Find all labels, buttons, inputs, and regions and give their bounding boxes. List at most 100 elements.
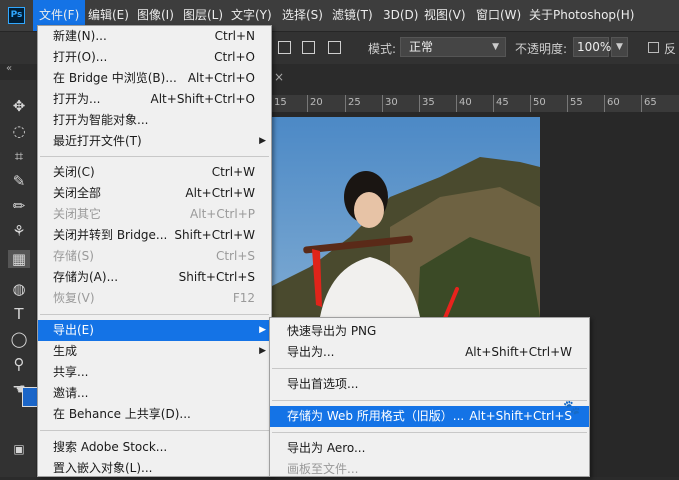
- menu-item-invite[interactable]: 邀请...: [38, 383, 271, 404]
- menu-view[interactable]: 视图(V): [418, 0, 472, 31]
- menu-item-shortcut: Shift+Ctrl+S: [178, 270, 255, 284]
- menu-item-shortcut: Alt+Shift+Ctrl+W: [465, 345, 572, 359]
- menu-item-shortcut: Shift+Ctrl+W: [174, 228, 255, 242]
- menu-about[interactable]: 关于Photoshop(H): [523, 0, 640, 31]
- mode-select[interactable]: 正常 ▼: [400, 37, 506, 57]
- move-tool-icon[interactable]: ✥: [10, 97, 28, 115]
- menu-item-label: 存储为 Web 所用格式（旧版）...: [287, 409, 465, 423]
- chevron-right-icon: ▶: [259, 325, 266, 335]
- submenu-item-export-as[interactable]: 导出为... Alt+Shift+Ctrl+W: [270, 342, 589, 363]
- gradient-tool-icon[interactable]: ▦: [8, 250, 30, 268]
- menu-item-export[interactable]: 导出(E) ▶: [38, 320, 271, 341]
- menu-item-revert[interactable]: 恢复(V) F12: [38, 288, 271, 309]
- reverse-checkbox[interactable]: [648, 42, 659, 53]
- menu-item-label: 导出为...: [287, 345, 335, 359]
- menu-item-open[interactable]: 打开(O)... Ctrl+O: [38, 47, 271, 68]
- menu-item-label: 共享...: [53, 365, 89, 379]
- menu-item-share[interactable]: 共享...: [38, 362, 271, 383]
- chevron-down-icon: ▼: [492, 42, 499, 52]
- ruler-tick: 60: [607, 97, 620, 108]
- ruler-line: [641, 95, 642, 112]
- type-tool-icon[interactable]: T: [10, 305, 28, 323]
- gradient-diamond-icon[interactable]: [328, 41, 341, 54]
- menu-select[interactable]: 选择(S): [276, 0, 329, 31]
- opacity-input[interactable]: 100%: [573, 37, 611, 57]
- menu-item-label: 最近打开文件(T): [53, 134, 142, 148]
- menu-separator: [272, 432, 587, 433]
- ruler-tick: 35: [422, 97, 435, 108]
- menu-item-browse-bridge[interactable]: 在 Bridge 中浏览(B)... Alt+Ctrl+O: [38, 68, 271, 89]
- menu-item-label: 打开(O)...: [53, 50, 108, 64]
- menu-item-share-behance[interactable]: 在 Behance 上共享(D)...: [38, 404, 271, 425]
- submenu-item-export-aero[interactable]: 导出为 Aero...: [270, 438, 589, 459]
- submenu-item-export-preferences[interactable]: 导出首选项...: [270, 374, 589, 395]
- eyedropper-tool-icon[interactable]: ✎: [10, 172, 28, 190]
- menu-item-label: 在 Behance 上共享(D)...: [53, 407, 191, 421]
- ruler-line: [530, 95, 531, 112]
- ruler-tick: 15: [274, 97, 287, 108]
- menu-item-search-stock[interactable]: 搜索 Adobe Stock...: [38, 437, 271, 458]
- menu-separator: [272, 368, 587, 369]
- ruler-line: [307, 95, 308, 112]
- menu-item-label: 在 Bridge 中浏览(B)...: [53, 71, 177, 85]
- photoshop-logo: Ps: [8, 7, 25, 24]
- menu-item-label: 存储为(A)...: [53, 270, 119, 284]
- collapse-panel-icon[interactable]: «: [6, 63, 12, 74]
- lasso-tool-icon[interactable]: ◌: [10, 122, 28, 140]
- menu-item-label: 恢复(V): [53, 291, 95, 305]
- menu-item-place-embedded[interactable]: 置入嵌入对象(L)...: [38, 458, 271, 479]
- ellipse-tool-icon[interactable]: ◯: [10, 330, 28, 348]
- crop-tool-icon[interactable]: ⌗: [10, 147, 28, 165]
- menu-item-shortcut: F12: [232, 291, 255, 305]
- menu-item-shortcut: Alt+Shift+Ctrl+S: [469, 409, 572, 423]
- ruler-line: [493, 95, 494, 112]
- menu-item-label: 导出首选项...: [287, 377, 359, 391]
- zoom-tool-icon[interactable]: ⚲: [10, 355, 28, 373]
- menu-item-label: 存储(S): [53, 249, 94, 263]
- submenu-item-quick-export-png[interactable]: 快速导出为 PNG: [270, 321, 589, 342]
- menu-item-label: 搜索 Adobe Stock...: [53, 440, 168, 454]
- menu-item-new[interactable]: 新建(N)... Ctrl+N: [38, 26, 271, 47]
- menu-item-close-go-bridge[interactable]: 关闭并转到 Bridge... Shift+Ctrl+W: [38, 225, 271, 246]
- menu-item-label: 生成: [53, 344, 78, 358]
- gradient-reflected-icon[interactable]: [302, 41, 315, 54]
- menu-item-shortcut: Alt+Ctrl+W: [185, 186, 255, 200]
- menu-item-generate[interactable]: 生成 ▶: [38, 341, 271, 362]
- mode-label: 模式:: [368, 42, 397, 56]
- menu-item-shortcut: Ctrl+N: [214, 29, 255, 43]
- menu-item-shortcut: Ctrl+W: [211, 165, 255, 179]
- menu-item-label: 打开为...: [53, 92, 101, 106]
- mode-value: 正常: [409, 40, 434, 54]
- menu-item-close[interactable]: 关闭(C) Ctrl+W: [38, 162, 271, 183]
- submenu-item-save-for-web[interactable]: 存储为 Web 所用格式（旧版）... Alt+Shift+Ctrl+S: [270, 406, 589, 427]
- edit-toolbar-icon[interactable]: ▣: [10, 440, 28, 458]
- menu-separator: [40, 430, 269, 431]
- menu-item-save[interactable]: 存储(S) Ctrl+S: [38, 246, 271, 267]
- gradient-linear-icon[interactable]: [278, 41, 291, 54]
- chevron-down-icon[interactable]: ▼: [611, 37, 628, 57]
- menu-item-shortcut: Alt+Ctrl+P: [190, 207, 255, 221]
- menu-item-close-all[interactable]: 关闭全部 Alt+Ctrl+W: [38, 183, 271, 204]
- brush-tool-icon[interactable]: ✏: [10, 197, 28, 215]
- menu-item-close-others[interactable]: 关闭其它 Alt+Ctrl+P: [38, 204, 271, 225]
- blur-tool-icon[interactable]: ◍: [10, 280, 28, 298]
- menu-item-shortcut: Alt+Shift+Ctrl+O: [150, 92, 255, 106]
- menu-window[interactable]: 窗口(W): [470, 0, 527, 31]
- menu-item-label: 关闭(C): [53, 165, 95, 179]
- menu-item-shortcut: Alt+Ctrl+O: [187, 71, 255, 85]
- menu-item-recent-files[interactable]: 最近打开文件(T) ▶: [38, 131, 271, 152]
- ruler-line: [456, 95, 457, 112]
- menu-item-label: 快速导出为 PNG: [287, 324, 377, 338]
- menu-item-open-as[interactable]: 打开为... Alt+Shift+Ctrl+O: [38, 89, 271, 110]
- file-menu: 新建(N)... Ctrl+N 打开(O)... Ctrl+O 在 Bridge 中…: [37, 25, 272, 477]
- menu-item-shortcut: Ctrl+S: [215, 249, 255, 263]
- menu-item-label: 关闭其它: [53, 207, 102, 221]
- close-icon[interactable]: ×: [274, 70, 284, 84]
- ruler-line: [345, 95, 346, 112]
- menu-item-open-smart-object[interactable]: 打开为智能对象...: [38, 110, 271, 131]
- menu-item-save-as[interactable]: 存储为(A)... Shift+Ctrl+S: [38, 267, 271, 288]
- opacity-label: 不透明度:: [515, 42, 568, 56]
- clone-stamp-tool-icon[interactable]: ⚘: [10, 222, 28, 240]
- menu-filter[interactable]: 滤镜(T): [326, 0, 379, 31]
- ruler-tick: 55: [570, 97, 583, 108]
